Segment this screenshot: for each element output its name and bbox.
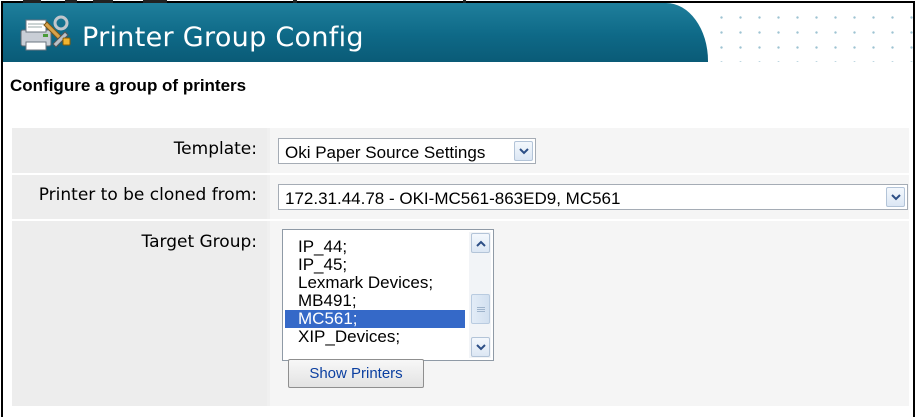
chevron-down-icon	[519, 148, 529, 155]
chevron-down-icon	[891, 194, 901, 201]
target-group-row: Target Group: IP_44; IP_45; Lexmark Devi…	[12, 221, 909, 406]
scroll-down-button[interactable]	[471, 337, 490, 357]
clone-from-label: Printer to be cloned from:	[38, 185, 257, 205]
chevron-up-icon	[476, 240, 486, 247]
template-label-cell: Template:	[12, 128, 267, 173]
target-group-label-cell: Target Group:	[12, 221, 267, 406]
list-item[interactable]: IP_44;	[283, 238, 465, 256]
clone-from-select-value: 172.31.44.78 - OKI-MC561-863ED9, MC561	[285, 189, 621, 208]
template-row: Template: Oki Paper Source Settings	[12, 128, 909, 173]
clone-from-row: Printer to be cloned from: 172.31.44.78 …	[12, 175, 909, 219]
template-value-cell: Oki Paper Source Settings	[270, 128, 909, 173]
template-label: Template:	[173, 139, 257, 159]
clone-from-label-cell: Printer to be cloned from:	[12, 175, 267, 219]
template-select-value: Oki Paper Source Settings	[285, 143, 486, 162]
listbox-scrollbar[interactable]	[469, 232, 491, 358]
printer-tools-icon	[17, 14, 71, 52]
target-group-label: Target Group:	[141, 232, 257, 252]
scroll-thumb[interactable]	[471, 294, 490, 324]
list-item[interactable]: XIP_Devices;	[283, 328, 465, 346]
list-item[interactable]: Lexmark Devices;	[283, 274, 465, 292]
clone-from-select[interactable]: 172.31.44.78 - OKI-MC561-863ED9, MC561	[278, 184, 908, 210]
chevron-down-icon	[476, 344, 486, 351]
app-title: Printer Group Config	[82, 22, 364, 53]
scroll-up-button[interactable]	[471, 233, 490, 253]
banner-dot-pattern	[708, 8, 914, 62]
clone-from-dropdown-button[interactable]	[886, 187, 905, 207]
target-group-listbox[interactable]: IP_44; IP_45; Lexmark Devices; MB491; MC…	[282, 229, 494, 361]
show-printers-button[interactable]: Show Printers	[288, 359, 424, 388]
clone-from-value-cell: 172.31.44.78 - OKI-MC561-863ED9, MC561	[270, 175, 909, 219]
list-item-selected[interactable]: MC561;	[285, 310, 465, 328]
list-item[interactable]: MB491;	[283, 292, 465, 310]
template-select[interactable]: Oki Paper Source Settings	[278, 138, 536, 164]
template-dropdown-button[interactable]	[514, 141, 533, 161]
target-group-list: IP_44; IP_45; Lexmark Devices; MB491; MC…	[283, 238, 465, 346]
list-item[interactable]: IP_45;	[283, 256, 465, 274]
page-subtitle: Configure a group of printers	[10, 76, 247, 95]
